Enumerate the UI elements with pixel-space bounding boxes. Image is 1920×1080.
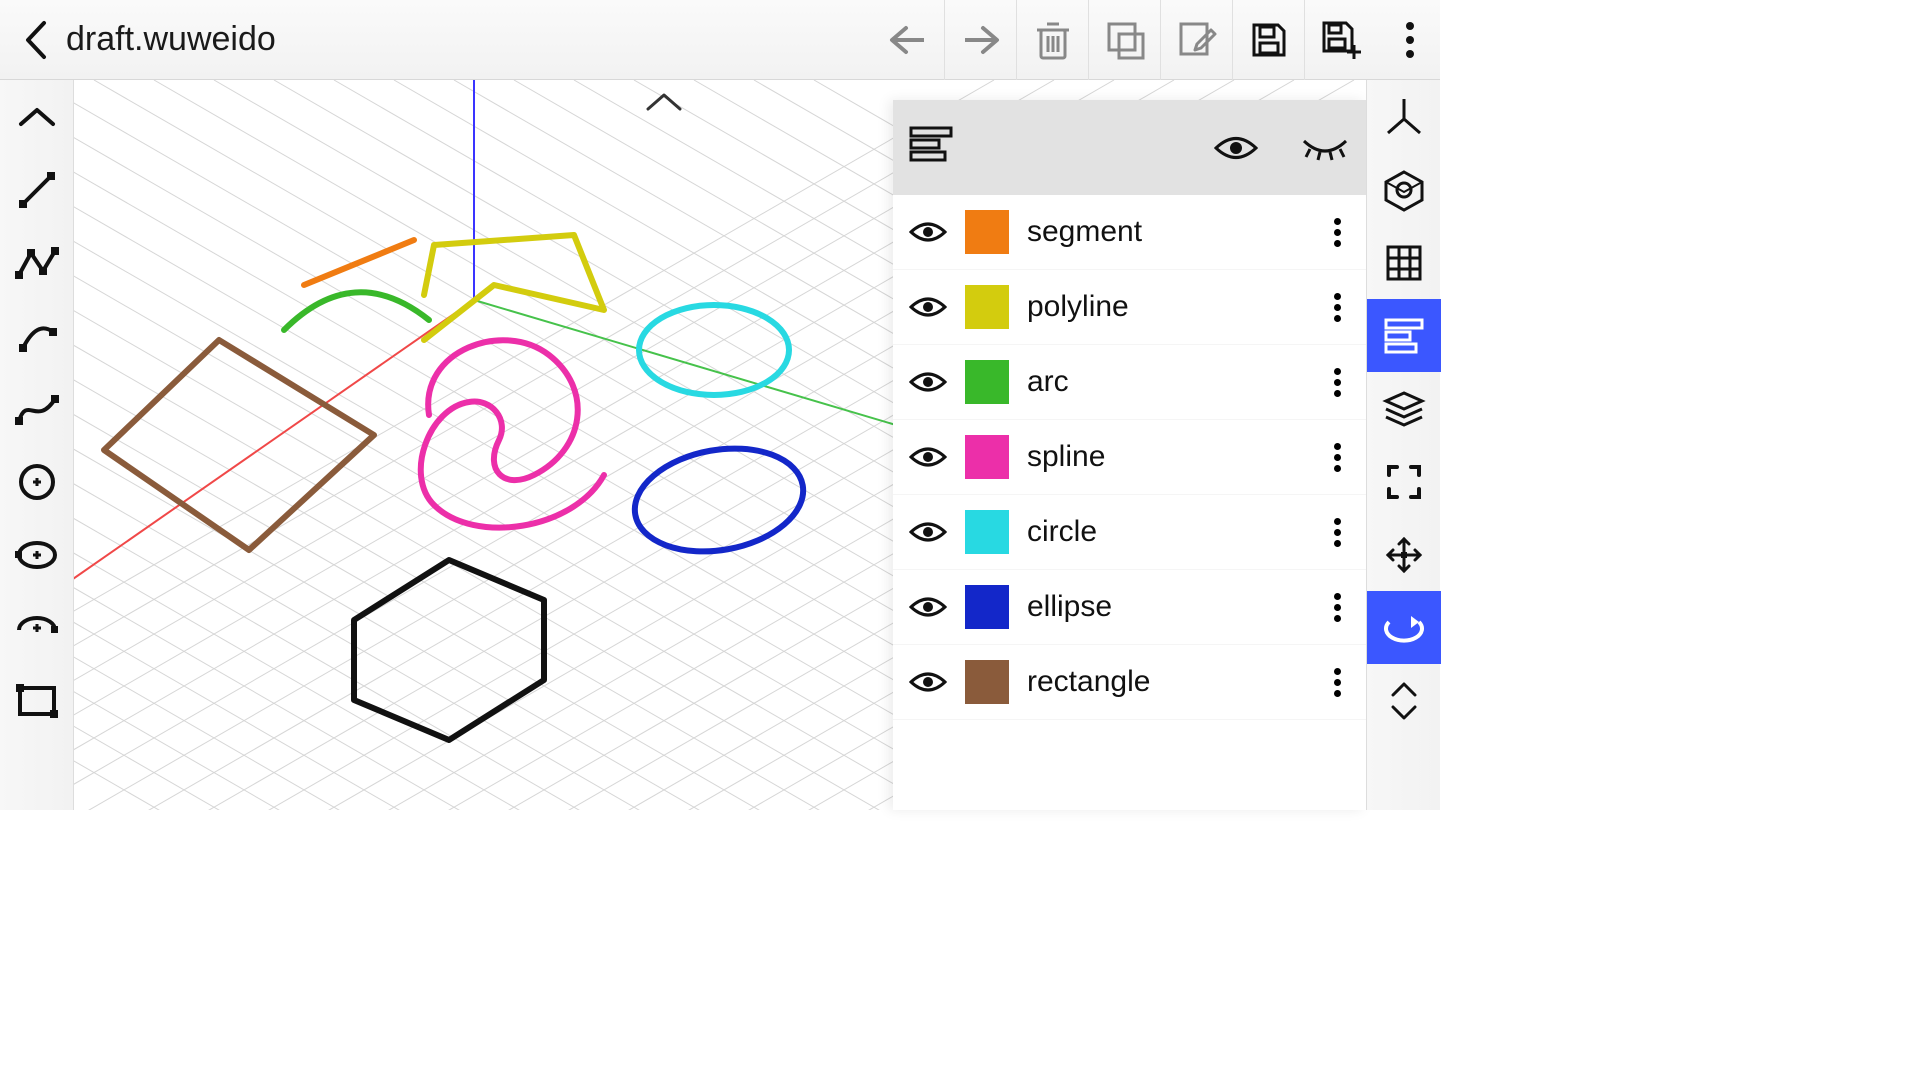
save-as-button[interactable] bbox=[1304, 0, 1376, 80]
ellipse-tool-button[interactable] bbox=[0, 518, 74, 591]
shape-arc bbox=[284, 292, 429, 330]
layers-panel: segment polyline arc spline circle bbox=[893, 100, 1366, 810]
fullscreen-button[interactable] bbox=[1367, 445, 1441, 518]
layer-row[interactable]: circle bbox=[893, 495, 1366, 570]
line-tool-button[interactable] bbox=[0, 153, 74, 226]
expand-vertical-button[interactable] bbox=[1367, 664, 1441, 737]
layer-label: ellipse bbox=[1027, 590, 1306, 624]
orbit-button[interactable] bbox=[1367, 591, 1441, 664]
shape-spline bbox=[421, 340, 604, 527]
layer-visibility-toggle[interactable] bbox=[909, 594, 947, 620]
axes-view-button[interactable] bbox=[1367, 80, 1441, 153]
collapse-left-button[interactable] bbox=[0, 80, 74, 153]
layer-color-swatch[interactable] bbox=[965, 360, 1009, 404]
layer-menu-button[interactable] bbox=[1324, 518, 1350, 547]
layer-color-swatch[interactable] bbox=[965, 285, 1009, 329]
layer-label: circle bbox=[1027, 515, 1306, 549]
shape-segment bbox=[304, 240, 414, 285]
layer-row[interactable]: segment bbox=[893, 195, 1366, 270]
arc-tool-button[interactable] bbox=[0, 299, 74, 372]
back-button[interactable] bbox=[6, 0, 66, 80]
layer-visibility-toggle[interactable] bbox=[909, 294, 947, 320]
show-all-button[interactable] bbox=[1214, 133, 1258, 163]
layer-visibility-toggle[interactable] bbox=[909, 219, 947, 245]
layer-row[interactable]: polyline bbox=[893, 270, 1366, 345]
layer-color-swatch[interactable] bbox=[965, 435, 1009, 479]
layer-color-swatch[interactable] bbox=[965, 210, 1009, 254]
shape-hexagon bbox=[354, 560, 544, 740]
view-cube-button[interactable] bbox=[1367, 153, 1441, 226]
layer-label: polyline bbox=[1027, 290, 1306, 324]
layer-visibility-toggle[interactable] bbox=[909, 669, 947, 695]
layer-label: arc bbox=[1027, 365, 1306, 399]
layer-menu-button[interactable] bbox=[1324, 368, 1350, 397]
rectangle-tool-button[interactable] bbox=[0, 664, 74, 737]
layer-visibility-toggle[interactable] bbox=[909, 369, 947, 395]
spline-tool-button[interactable] bbox=[0, 372, 74, 445]
redo-button[interactable] bbox=[944, 0, 1016, 80]
layer-menu-button[interactable] bbox=[1324, 293, 1350, 322]
layers-panel-header bbox=[893, 100, 1366, 195]
layer-menu-button[interactable] bbox=[1324, 668, 1350, 697]
edit-button[interactable] bbox=[1160, 0, 1232, 80]
layer-row[interactable]: rectangle bbox=[893, 645, 1366, 720]
top-bar: draft.wuweido bbox=[0, 0, 1440, 80]
ellipse-arc-tool-button[interactable] bbox=[0, 591, 74, 664]
layer-row[interactable]: arc bbox=[893, 345, 1366, 420]
layer-color-swatch[interactable] bbox=[965, 510, 1009, 554]
layer-row[interactable]: spline bbox=[893, 420, 1366, 495]
layer-color-swatch[interactable] bbox=[965, 660, 1009, 704]
overflow-menu-button[interactable] bbox=[1386, 0, 1434, 80]
layer-color-swatch[interactable] bbox=[965, 585, 1009, 629]
layers-header-icon bbox=[909, 126, 953, 169]
canvas-collapse-button[interactable] bbox=[634, 82, 694, 122]
left-toolbar bbox=[0, 80, 74, 810]
save-button[interactable] bbox=[1232, 0, 1304, 80]
layer-row[interactable]: ellipse bbox=[893, 570, 1366, 645]
layer-label: rectangle bbox=[1027, 665, 1306, 699]
paste-button[interactable] bbox=[1088, 0, 1160, 80]
delete-button[interactable] bbox=[1016, 0, 1088, 80]
right-toolbar bbox=[1366, 80, 1440, 810]
hide-all-button[interactable] bbox=[1300, 135, 1350, 161]
layer-visibility-toggle[interactable] bbox=[909, 444, 947, 470]
main-area: segment polyline arc spline circle bbox=[0, 80, 1440, 810]
layer-menu-button[interactable] bbox=[1324, 443, 1350, 472]
layer-menu-button[interactable] bbox=[1324, 218, 1350, 247]
stack-layers-button[interactable] bbox=[1367, 372, 1441, 445]
undo-button[interactable] bbox=[872, 0, 944, 80]
layer-visibility-toggle[interactable] bbox=[909, 519, 947, 545]
layer-menu-button[interactable] bbox=[1324, 593, 1350, 622]
polyline-tool-button[interactable] bbox=[0, 226, 74, 299]
document-title: draft.wuweido bbox=[66, 20, 276, 59]
grid-toggle-button[interactable] bbox=[1367, 226, 1441, 299]
pan-button[interactable] bbox=[1367, 518, 1441, 591]
layer-label: segment bbox=[1027, 215, 1306, 249]
layers-panel-button[interactable] bbox=[1367, 299, 1441, 372]
layer-label: spline bbox=[1027, 440, 1306, 474]
x-axis bbox=[74, 300, 474, 620]
circle-tool-button[interactable] bbox=[0, 445, 74, 518]
